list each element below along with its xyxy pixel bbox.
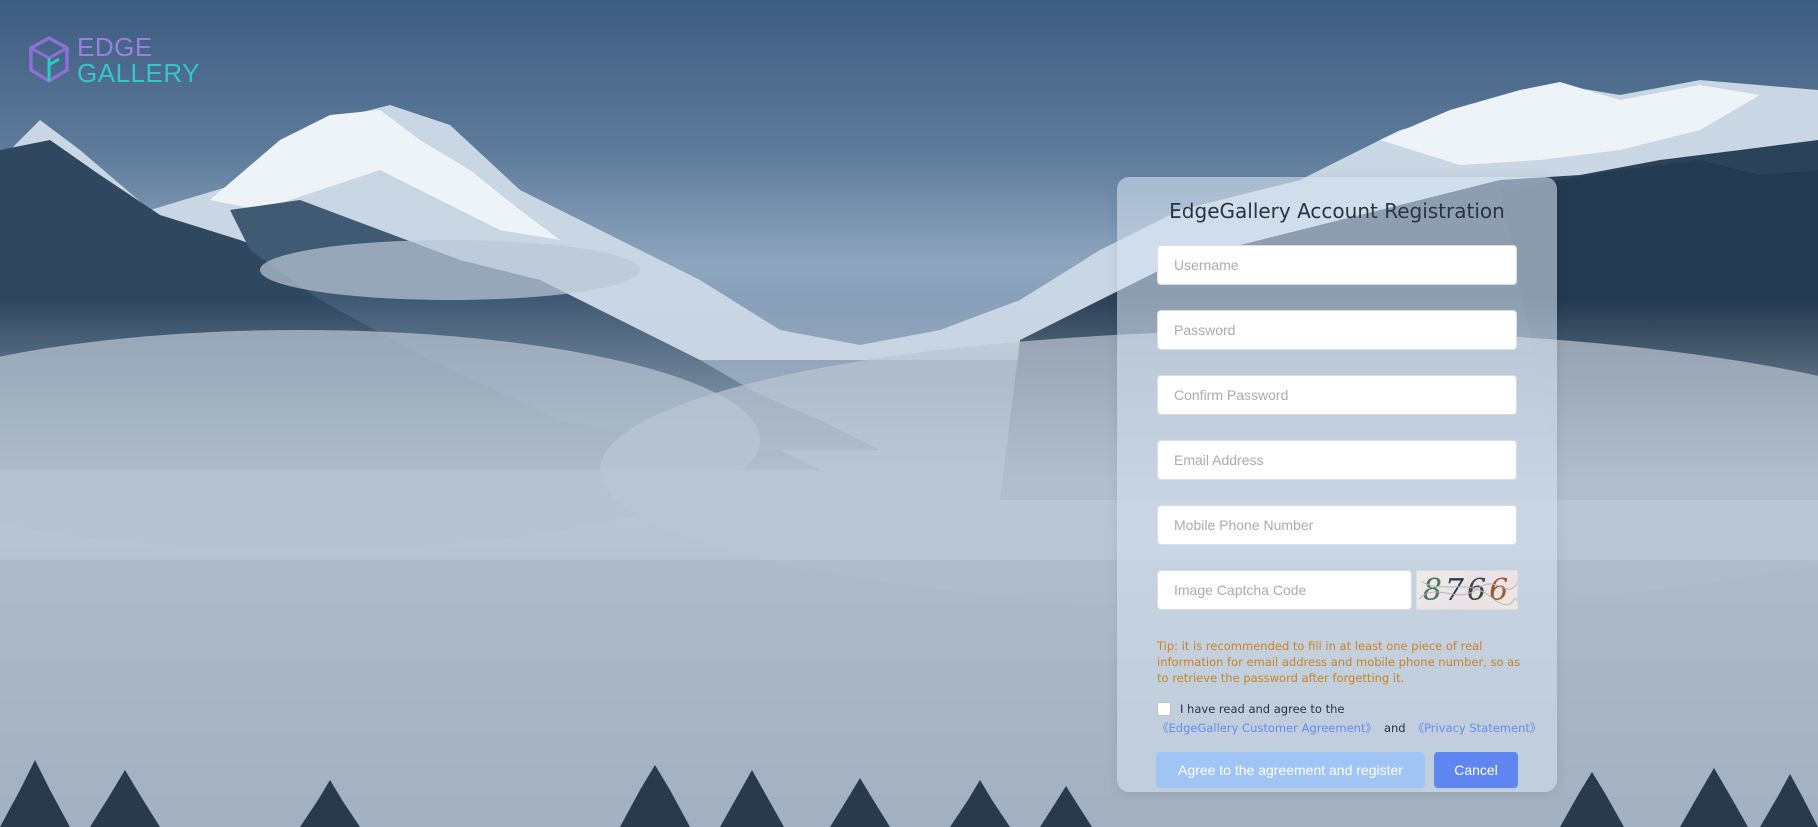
phone-input[interactable]: [1157, 505, 1517, 545]
customer-agreement-link[interactable]: 《EdgeGallery Customer Agreement》: [1157, 721, 1377, 735]
agreement-checkbox[interactable]: [1157, 702, 1171, 716]
registration-tip: Tip: it is recommended to fill in at lea…: [1157, 639, 1521, 685]
edgegallery-logo: EDGE GALLERY: [27, 34, 200, 86]
captcha-image[interactable]: 8766: [1416, 570, 1518, 610]
captcha-noise: [1418, 580, 1517, 606]
page-title: EdgeGallery Account Registration: [1169, 199, 1505, 223]
agreement-text: I have read and agree to the: [1180, 702, 1345, 716]
username-input[interactable]: [1157, 245, 1517, 285]
confirm-password-input[interactable]: [1157, 375, 1517, 415]
email-input[interactable]: [1157, 440, 1517, 480]
cancel-button[interactable]: Cancel: [1434, 752, 1518, 788]
registration-panel: EdgeGallery Account Registration 8766 Ti…: [1117, 177, 1557, 792]
cube-logo-icon: [29, 35, 69, 84]
logo-text-edge: EDGE: [77, 32, 153, 62]
agreement-and-text: and: [1383, 721, 1406, 735]
register-button[interactable]: Agree to the agreement and register: [1156, 752, 1425, 788]
privacy-statement-link[interactable]: 《Privacy Statement》: [1413, 721, 1542, 735]
password-input[interactable]: [1157, 310, 1517, 350]
captcha-input[interactable]: [1157, 570, 1412, 610]
logo-text-gallery: GALLERY: [77, 58, 200, 88]
